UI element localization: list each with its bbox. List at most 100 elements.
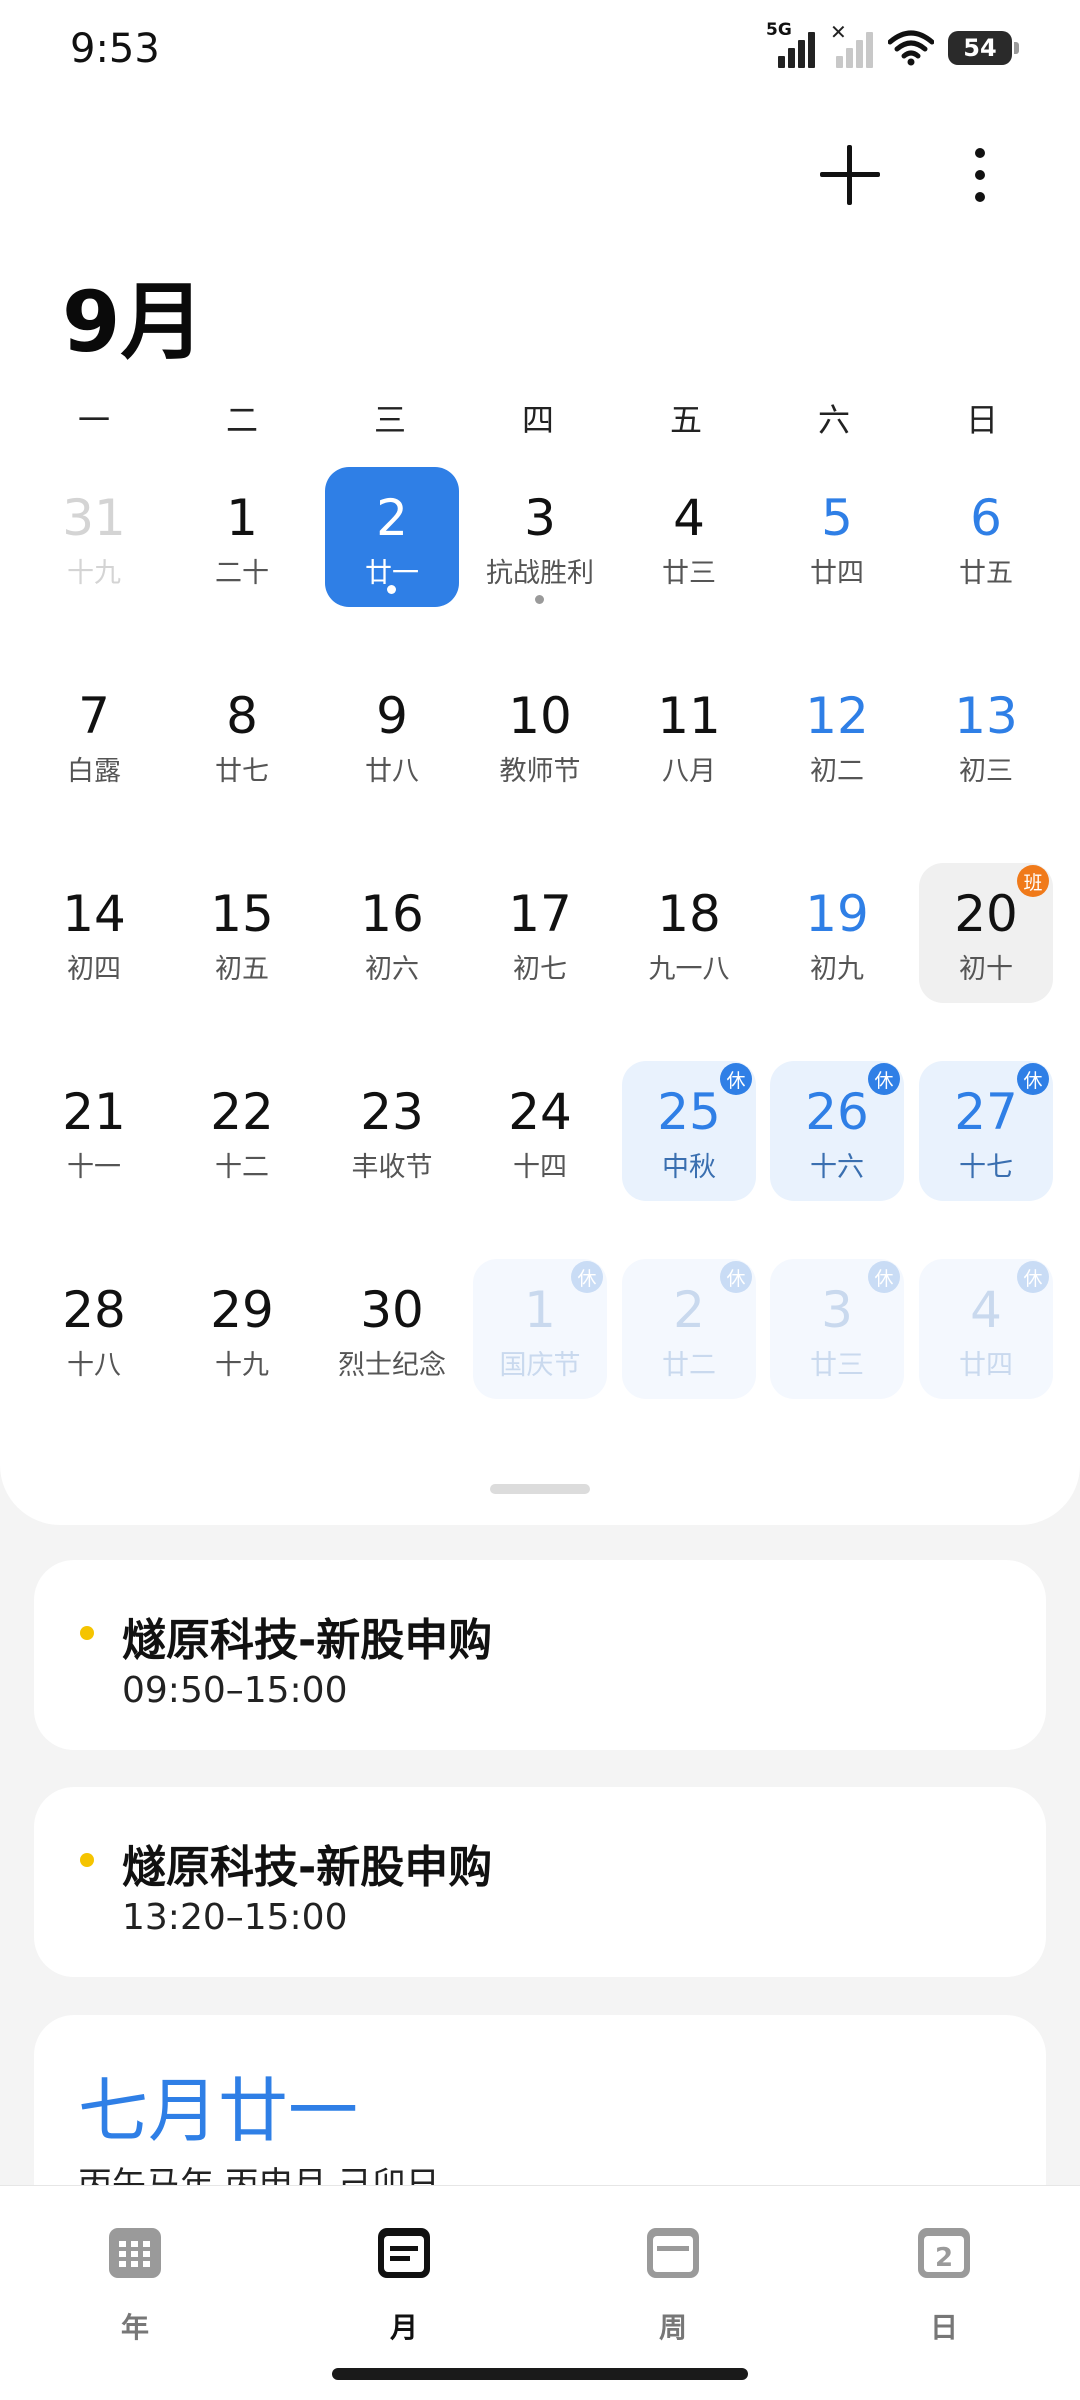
day-calendar-icon: 2 <box>918 2228 970 2278</box>
nav-year[interactable]: 年 <box>60 2226 210 2356</box>
day-number: 6 <box>970 489 1002 547</box>
day-cell[interactable]: 12 初二 <box>770 665 904 805</box>
day-cell[interactable]: 22 十二 <box>175 1061 309 1201</box>
calendar-app: 9:53 5G ✕ 54 9月 一 二 三 四 五 六 日 31 十九 1 二十… <box>0 0 1080 2400</box>
lunar-label: 廿七 <box>215 756 269 787</box>
lunar-date: 七月廿一 <box>78 2070 358 2152</box>
day-number: 12 <box>805 687 869 745</box>
day-cell[interactable]: 10 教师节 <box>473 665 607 805</box>
day-cell[interactable]: 26 十六休 <box>770 1061 904 1201</box>
home-indicator[interactable] <box>332 2368 748 2380</box>
day-number: 21 <box>62 1083 126 1141</box>
nav-label: 日 <box>929 2311 958 2344</box>
day-cell[interactable]: 19 初九 <box>770 863 904 1003</box>
nav-day[interactable]: 2 日 <box>869 2226 1019 2356</box>
day-number: 16 <box>360 885 424 943</box>
day-cell[interactable]: 30 烈士纪念 <box>325 1259 459 1399</box>
lunar-label: 二十 <box>215 558 269 589</box>
day-cell[interactable]: 16 初六 <box>325 863 459 1003</box>
day-number: 8 <box>226 687 258 745</box>
workday-badge: 班 <box>1017 865 1049 897</box>
day-cell[interactable]: 20 初十班 <box>919 863 1053 1003</box>
event-indicator-dot <box>535 595 544 604</box>
holiday-badge: 休 <box>1017 1261 1049 1293</box>
day-cell[interactable]: 11 八月 <box>622 665 756 805</box>
lunar-label: 初二 <box>810 756 864 787</box>
lunar-label: 初七 <box>513 954 567 985</box>
lunar-label: 十二 <box>215 1152 269 1183</box>
day-cell[interactable]: 27 十七休 <box>919 1061 1053 1201</box>
nav-week[interactable]: 周 <box>598 2226 748 2356</box>
day-cell[interactable]: 1 二十 <box>175 467 309 607</box>
day-cell[interactable]: 5 廿四 <box>770 467 904 607</box>
day-cell[interactable]: 23 丰收节 <box>325 1061 459 1201</box>
event-time: 09:50–15:00 <box>122 1670 348 1711</box>
day-cell[interactable]: 4 廿四休 <box>919 1259 1053 1399</box>
event-time: 13:20–15:00 <box>122 1897 348 1938</box>
day-cell[interactable]: 17 初七 <box>473 863 607 1003</box>
day-cell[interactable]: 9 廿八 <box>325 665 459 805</box>
lunar-label: 廿四 <box>959 1350 1013 1381</box>
day-cell[interactable]: 4 廿三 <box>622 467 756 607</box>
day-cell[interactable]: 25 中秋休 <box>622 1061 756 1201</box>
day-number: 30 <box>360 1281 424 1339</box>
day-number: 7 <box>78 687 110 745</box>
day-cell[interactable]: 24 十四 <box>473 1061 607 1201</box>
lunar-label: 廿四 <box>810 558 864 589</box>
day-cell[interactable]: 18 九一八 <box>622 863 756 1003</box>
event-card[interactable]: 燧原科技-新股申购 09:50–15:00 <box>34 1560 1046 1750</box>
nav-label: 月 <box>389 2311 418 2344</box>
day-cell[interactable]: 2 廿二休 <box>622 1259 756 1399</box>
day-cell[interactable]: 15 初五 <box>175 863 309 1003</box>
day-cell[interactable]: 21 十一 <box>27 1061 161 1201</box>
day-number: 24 <box>508 1083 572 1141</box>
day-cell[interactable]: 14 初四 <box>27 863 161 1003</box>
day-cell[interactable]: 3 抗战胜利 <box>473 467 607 607</box>
holiday-badge: 休 <box>571 1261 603 1293</box>
day-cell[interactable]: 13 初三 <box>919 665 1053 805</box>
nav-month[interactable]: 月 <box>329 2226 479 2356</box>
lunar-label: 国庆节 <box>499 1350 581 1381</box>
lunar-label: 十四 <box>513 1152 567 1183</box>
day-number: 29 <box>210 1281 274 1339</box>
lunar-label: 初五 <box>215 954 269 985</box>
lunar-label: 廿五 <box>959 558 1013 589</box>
day-icon-number: 2 <box>935 2243 953 2273</box>
holiday-badge: 休 <box>868 1063 900 1095</box>
holiday-badge: 休 <box>1017 1063 1049 1095</box>
lunar-label: 十九 <box>215 1350 269 1381</box>
week-calendar-icon <box>647 2228 699 2278</box>
holiday-badge: 休 <box>720 1261 752 1293</box>
day-cell[interactable]: 28 十八 <box>27 1259 161 1399</box>
day-number: 19 <box>805 885 869 943</box>
lunar-label: 教师节 <box>499 756 581 787</box>
day-cell[interactable]: 6 廿五 <box>919 467 1053 607</box>
day-number: 13 <box>954 687 1018 745</box>
day-number: 15 <box>210 885 274 943</box>
event-title: 燧原科技-新股申购 <box>122 1842 493 1893</box>
sheet-drag-handle[interactable] <box>490 1484 590 1494</box>
day-number: 3 <box>524 489 556 547</box>
lunar-label: 初三 <box>959 756 1013 787</box>
day-number: 10 <box>508 687 572 745</box>
day-number: 1 <box>226 489 258 547</box>
day-number: 11 <box>657 687 721 745</box>
event-card[interactable]: 燧原科技-新股申购 13:20–15:00 <box>34 1787 1046 1977</box>
lunar-label: 初十 <box>959 954 1013 985</box>
day-cell[interactable]: 3 廿三休 <box>770 1259 904 1399</box>
day-number: 14 <box>62 885 126 943</box>
lunar-label: 十七 <box>959 1152 1013 1183</box>
day-number: 28 <box>62 1281 126 1339</box>
day-number: 4 <box>673 489 705 547</box>
day-cell-today[interactable]: 2 廿一 <box>325 467 459 607</box>
day-cell[interactable]: 31 十九 <box>27 467 161 607</box>
month-grid: 31 十九 1 二十 2 廿一 3 抗战胜利 4 廿三 5 廿四 6 廿五 7 白露 8 廿七 9 廿八 10 教师节 11… <box>0 0 1080 1450</box>
day-cell[interactable]: 1 国庆节休 <box>473 1259 607 1399</box>
day-cell[interactable]: 7 白露 <box>27 665 161 805</box>
holiday-badge: 休 <box>868 1261 900 1293</box>
lunar-label: 廿三 <box>810 1350 864 1381</box>
lunar-label: 初九 <box>810 954 864 985</box>
day-cell[interactable]: 8 廿七 <box>175 665 309 805</box>
day-cell[interactable]: 29 十九 <box>175 1259 309 1399</box>
month-calendar-icon <box>378 2228 430 2278</box>
